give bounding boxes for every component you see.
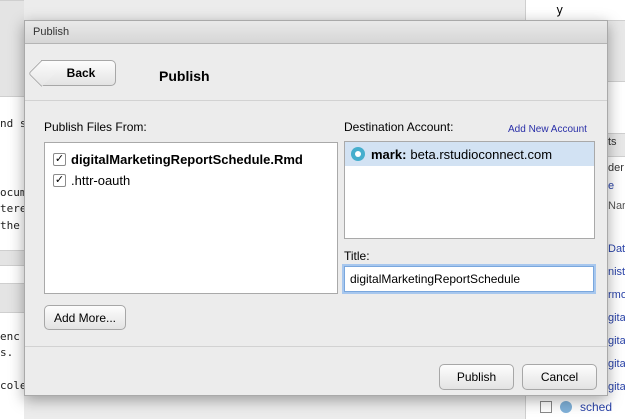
- background-code-1: nd s: [0, 117, 27, 130]
- file-checkbox[interactable]: [540, 401, 552, 413]
- add-new-account-link[interactable]: Add New Account: [508, 124, 587, 135]
- background-code-7: cole: [0, 379, 27, 392]
- file-item[interactable]: ✓ .httr-oauth: [53, 170, 329, 191]
- back-button[interactable]: Back: [41, 60, 116, 86]
- background-file[interactable]: gita: [608, 312, 625, 324]
- publish-files-list: ✓ digitalMarketingReportSchedule.Rmd ✓ .…: [44, 142, 338, 294]
- account-item[interactable]: mark: beta.rstudioconnect.com: [345, 142, 594, 166]
- background-column-fragment: Nar: [608, 200, 625, 212]
- background-code-6: s.: [0, 346, 14, 359]
- cancel-button[interactable]: Cancel: [522, 364, 597, 390]
- footer-divider: [25, 346, 607, 347]
- background-file-name[interactable]: sched: [580, 400, 612, 414]
- account-user: mark:: [371, 146, 407, 162]
- background-code-5: enc: [0, 330, 20, 343]
- background-link-fragment: e: [608, 180, 615, 192]
- background-file[interactable]: gita: [608, 335, 625, 347]
- background-header-fragment: der: [608, 162, 624, 174]
- background-file[interactable]: Dat: [608, 243, 625, 255]
- file-checkbox[interactable]: ✓: [53, 174, 66, 187]
- background-file[interactable]: nist: [608, 266, 625, 278]
- env-variable-y: y: [556, 3, 564, 17]
- title-input[interactable]: [344, 266, 594, 292]
- title-label: Title:: [344, 249, 370, 263]
- background-file[interactable]: gita: [608, 358, 625, 370]
- file-name: digitalMarketingReportSchedule.Rmd: [71, 152, 303, 167]
- publish-files-label: Publish Files From:: [44, 120, 147, 134]
- r-file-icon: [560, 401, 572, 413]
- rstudio-connect-icon: [351, 147, 365, 161]
- dialog-header: Back Publish: [25, 44, 607, 101]
- publish-dialog: Publish Back Publish Publish Files From:…: [24, 20, 608, 396]
- background-tab-fragment: ts: [608, 136, 617, 148]
- background-file[interactable]: rmo: [608, 289, 625, 301]
- file-checkbox[interactable]: ✓: [53, 153, 66, 166]
- background-file[interactable]: gita: [608, 381, 625, 393]
- publish-button[interactable]: Publish: [439, 364, 514, 390]
- account-server: beta.rstudioconnect.com: [410, 146, 553, 162]
- file-item[interactable]: ✓ digitalMarketingReportSchedule.Rmd: [53, 149, 329, 170]
- destination-account-list: mark: beta.rstudioconnect.com: [344, 141, 595, 239]
- background-code-4: the: [0, 219, 20, 232]
- back-button-label: Back: [66, 66, 96, 80]
- dialog-titlebar: Publish: [25, 21, 607, 44]
- add-more-button[interactable]: Add More...: [44, 305, 126, 330]
- background-code-3: tere: [0, 202, 27, 215]
- background-file-row[interactable]: sched: [540, 400, 612, 414]
- dialog-title: Publish: [159, 68, 210, 84]
- file-name: .httr-oauth: [71, 173, 131, 188]
- destination-account-label: Destination Account:: [344, 120, 454, 134]
